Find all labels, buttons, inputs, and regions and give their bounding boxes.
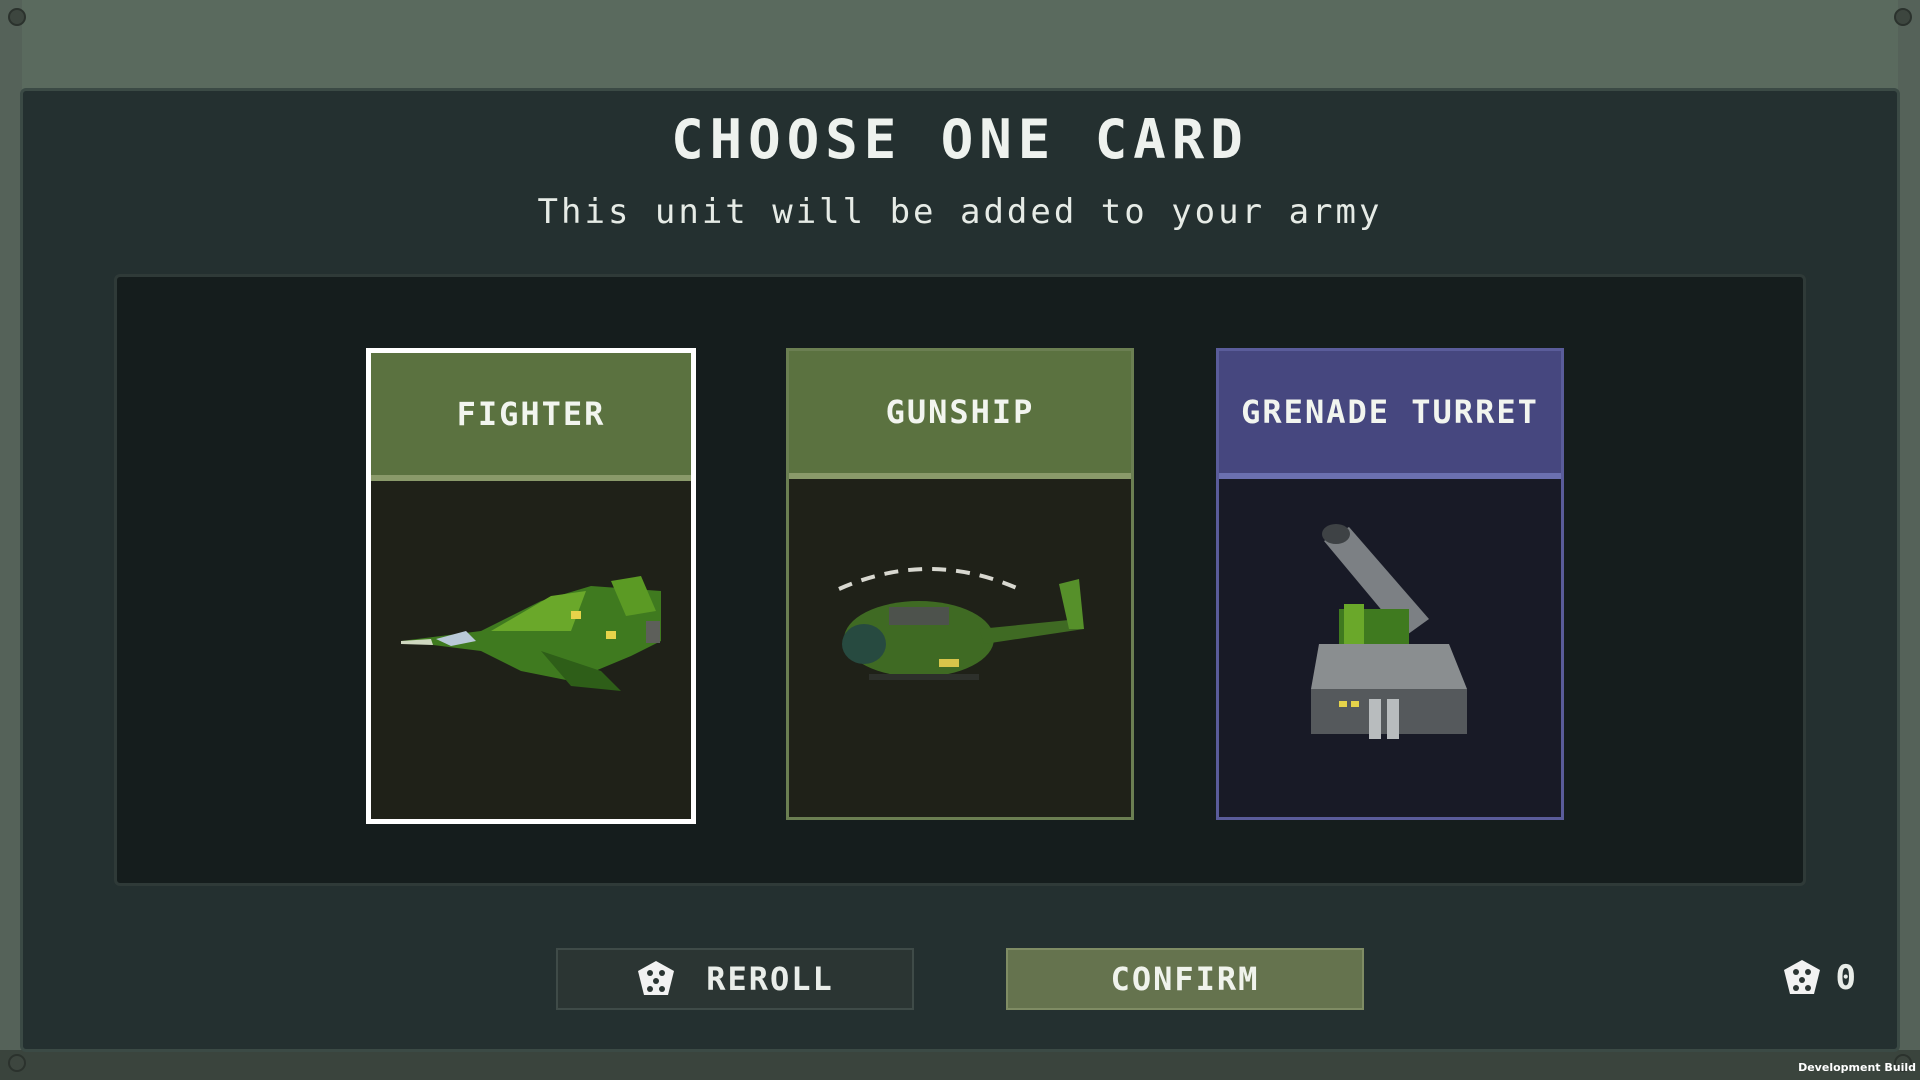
card-title: FIGHTER bbox=[371, 353, 691, 481]
card-art bbox=[789, 479, 1131, 817]
bolt-icon bbox=[8, 1054, 26, 1072]
bolt-icon bbox=[8, 8, 26, 26]
turret-icon bbox=[1311, 524, 1467, 739]
page-title: CHOOSE ONE CARD bbox=[671, 108, 1249, 171]
frame-bottom bbox=[0, 1050, 1920, 1080]
page-subtitle: This unit will be added to your army bbox=[537, 192, 1383, 232]
reroll-label: REROLL bbox=[706, 960, 834, 998]
helicopter-icon bbox=[838, 567, 1084, 680]
reroll-counter: 0 bbox=[1782, 958, 1856, 998]
frame-top bbox=[0, 0, 1920, 90]
card-title: GUNSHIP bbox=[789, 351, 1131, 479]
reroll-button[interactable]: REROLL bbox=[556, 948, 914, 1010]
card-gunship[interactable]: GUNSHIP bbox=[786, 348, 1134, 820]
card-title: GRENADE TURRET bbox=[1219, 351, 1561, 479]
confirm-label: CONFIRM bbox=[1110, 960, 1260, 998]
card-fighter[interactable]: FIGHTER bbox=[366, 348, 696, 824]
dice-icon bbox=[638, 961, 675, 995]
confirm-button[interactable]: CONFIRM bbox=[1006, 948, 1364, 1010]
card-art bbox=[1219, 479, 1561, 817]
card-art bbox=[371, 481, 691, 819]
development-build-label: Development Build bbox=[1798, 1061, 1916, 1074]
fighter-jet-icon bbox=[401, 576, 661, 691]
dice-icon bbox=[1783, 960, 1820, 994]
bolt-icon bbox=[1894, 8, 1912, 26]
card-grenade-turret[interactable]: GRENADE TURRET bbox=[1216, 348, 1564, 820]
reroll-count: 0 bbox=[1835, 958, 1856, 998]
